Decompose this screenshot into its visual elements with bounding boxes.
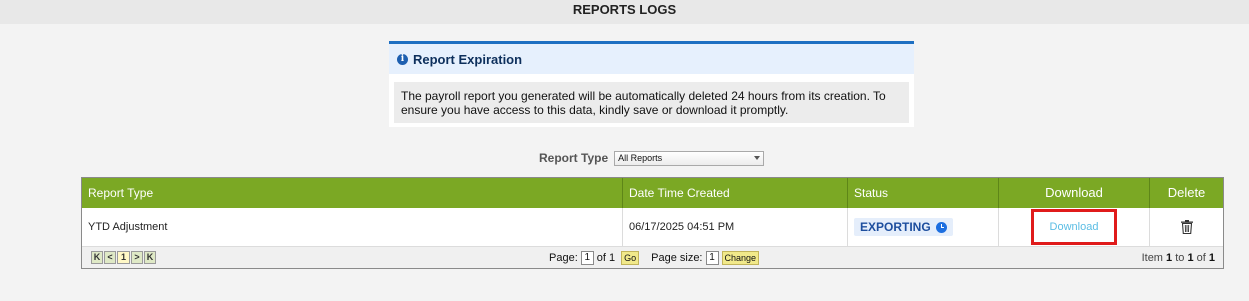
item-range: Item 1 to 1 of 1 (1142, 252, 1215, 264)
item-prefix: Item (1141, 252, 1167, 264)
prev-page-button[interactable]: < (104, 251, 116, 264)
item-to-label: to (1172, 252, 1188, 264)
trash-icon[interactable] (1180, 220, 1193, 235)
current-page-button[interactable]: 1 (117, 251, 130, 264)
report-expiration-notice: i Report Expiration The payroll report y… (389, 41, 914, 127)
notice-header: i Report Expiration (389, 44, 914, 74)
page-title: REPORTS LOGS (0, 0, 1249, 24)
first-page-button[interactable]: K (91, 251, 103, 264)
notice-body: The payroll report you generated will be… (394, 82, 909, 123)
page-size-label: Page size: (651, 252, 703, 264)
last-page-button[interactable]: K (144, 251, 156, 264)
info-icon: i (397, 53, 408, 65)
clock-icon (935, 221, 947, 233)
column-header-status[interactable]: Status (848, 178, 999, 208)
change-button[interactable]: Change (721, 251, 760, 265)
reports-grid: Report Type Date Time Created Status Dow… (81, 177, 1224, 269)
page-size-input[interactable]: 1 (705, 251, 719, 265)
cell-delete (1150, 208, 1223, 246)
grid-header: Report Type Date Time Created Status Dow… (82, 178, 1223, 208)
status-badge: EXPORTING (854, 218, 953, 236)
page-number-input[interactable]: 1 (580, 251, 594, 265)
go-button[interactable]: Go (621, 251, 640, 265)
pager-controls: Page: 1 of 1 Go Page size: 1 Change (546, 251, 762, 265)
table-row: YTD Adjustment 06/17/2025 04:51 PM EXPOR… (82, 208, 1223, 246)
report-type-label: Report Type (539, 151, 609, 165)
next-page-button[interactable]: > (131, 251, 143, 264)
report-type-select[interactable]: All Reports (614, 150, 765, 166)
report-type-selected: All Reports (618, 152, 663, 163)
page-label: Page: (549, 252, 578, 264)
download-highlight: Download (1031, 209, 1117, 245)
notice-title: Report Expiration (413, 51, 523, 67)
column-header-date-time-created[interactable]: Date Time Created (623, 178, 848, 208)
report-type-filter: Report Type All Reports (539, 150, 765, 166)
column-header-report-type[interactable]: Report Type (82, 178, 623, 208)
item-total: 1 (1208, 252, 1215, 264)
pager-nav: K < 1 > K (91, 251, 156, 264)
page-of-label: of 1 (596, 252, 616, 264)
status-text: EXPORTING (860, 220, 931, 234)
cell-status: EXPORTING (848, 208, 999, 246)
item-of-label: of (1193, 252, 1209, 264)
cell-download: Download (999, 208, 1150, 246)
cell-report-type: YTD Adjustment (82, 208, 623, 246)
cell-date-created: 06/17/2025 04:51 PM (623, 208, 848, 246)
chevron-down-icon (754, 155, 761, 160)
column-header-download: Download (999, 178, 1150, 208)
pager: K < 1 > K Page: 1 of 1 Go Page size: 1 C… (82, 246, 1223, 268)
column-header-delete: Delete (1167, 185, 1206, 200)
download-link[interactable]: Download (1050, 221, 1099, 233)
